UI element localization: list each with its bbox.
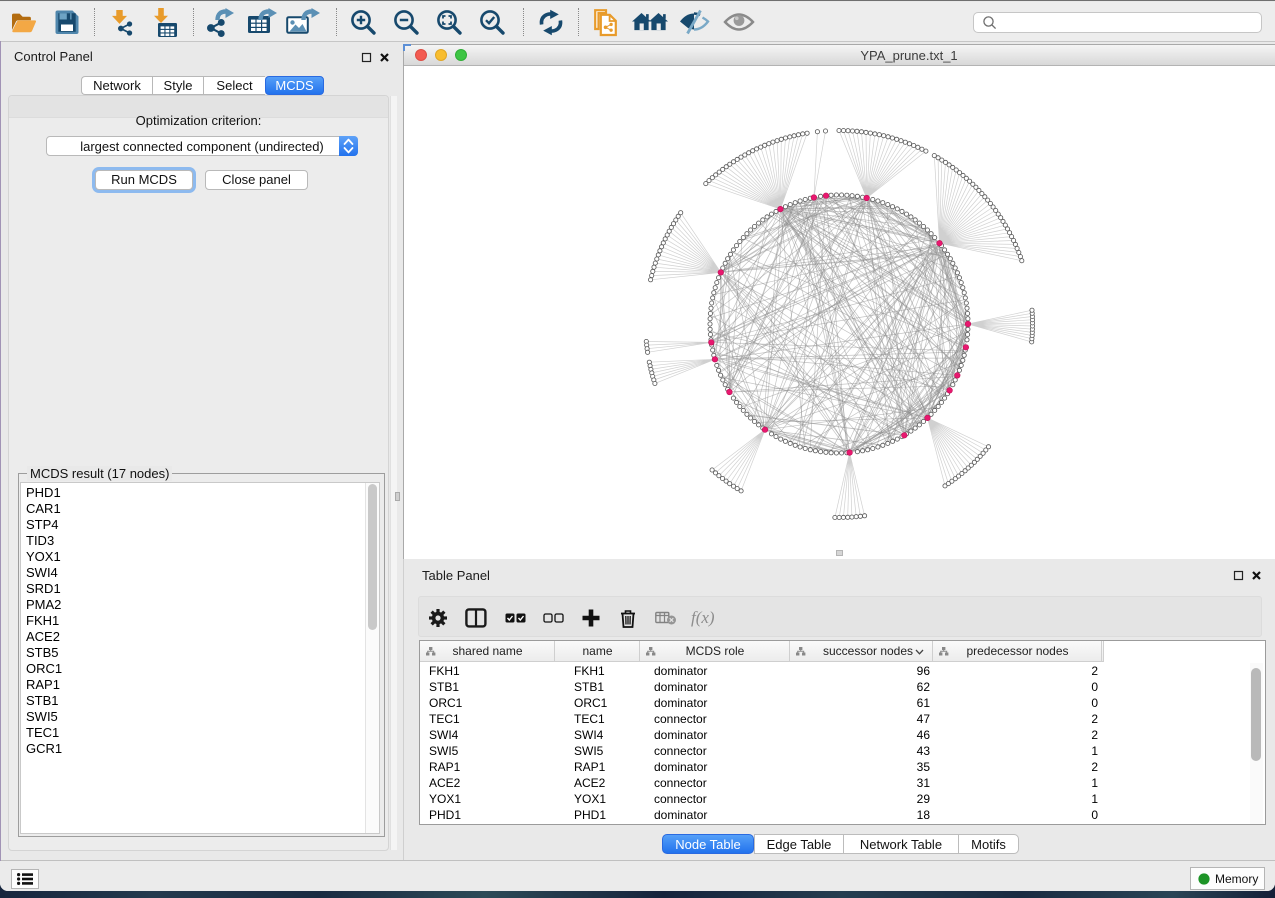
svg-text:f(x): f(x) [691, 608, 715, 627]
